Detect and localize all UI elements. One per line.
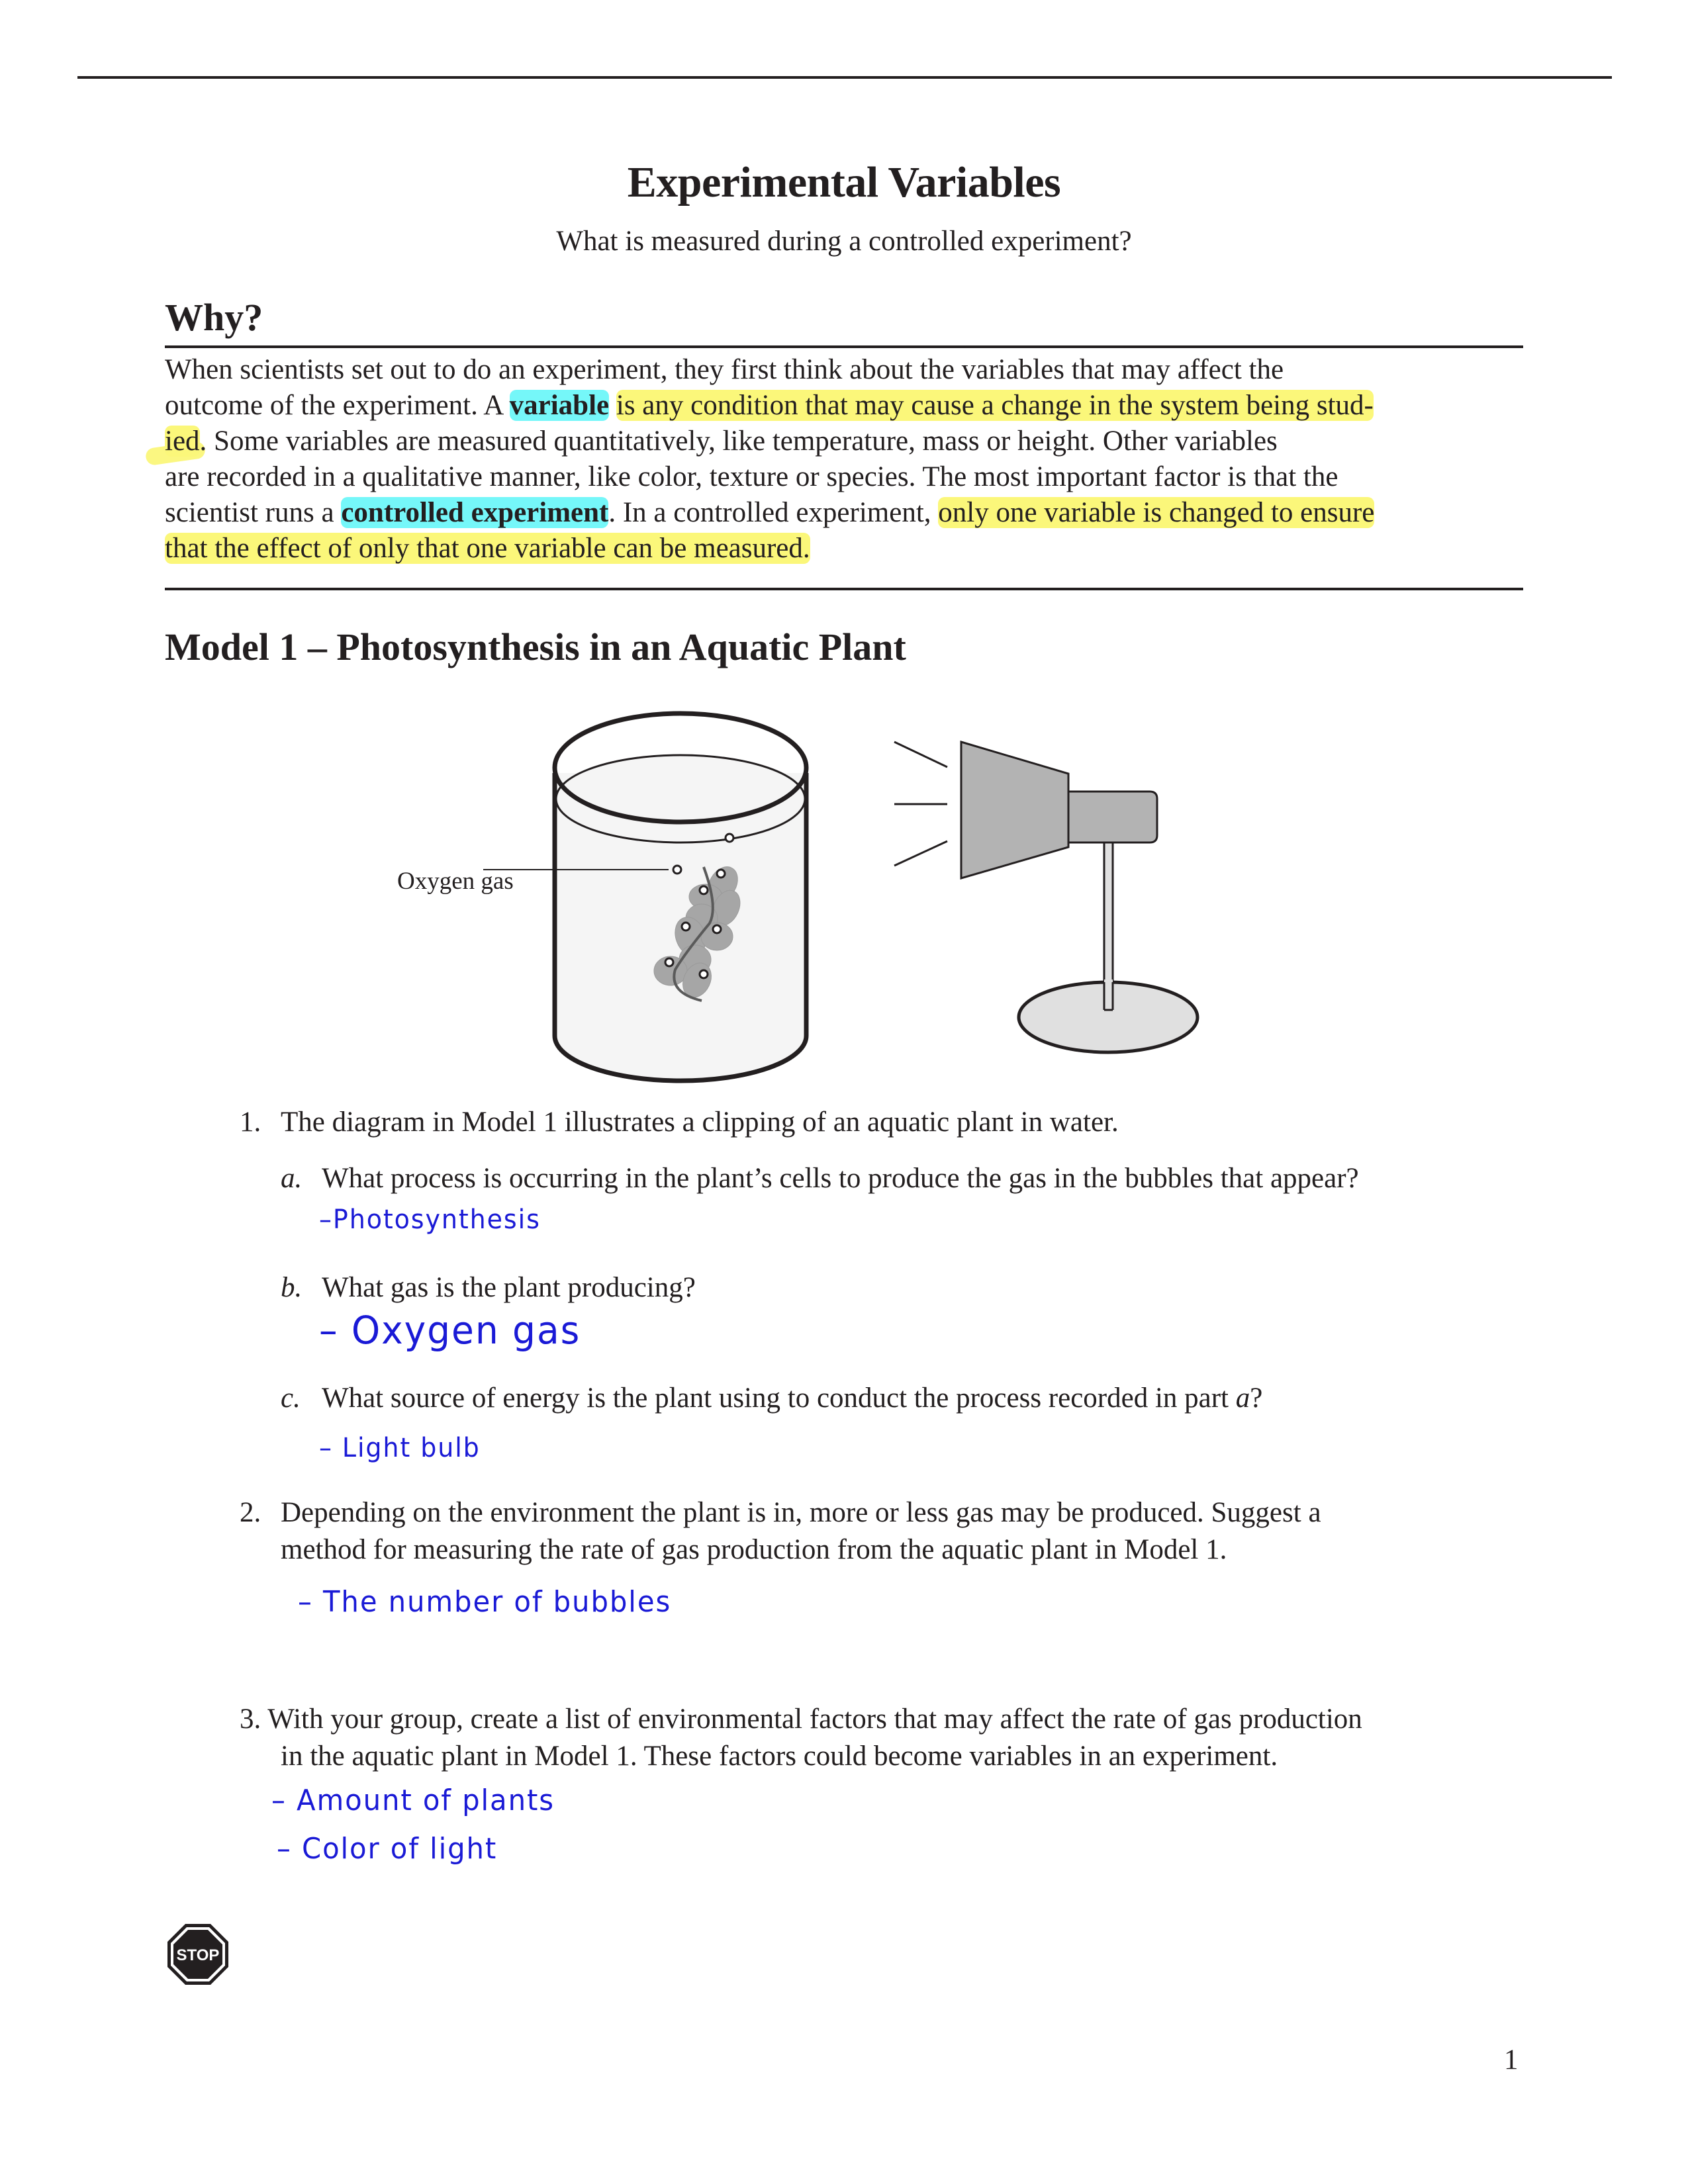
why-heading: Why? (165, 296, 263, 339)
highlight-yellow: that the effect of only that one variabl… (165, 533, 810, 564)
text-run: . Some variables are measured quantitati… (199, 426, 1278, 457)
oxygen-gas-label: Oxygen gas (397, 868, 514, 895)
answer-1a[interactable]: –Photosynthesis (319, 1205, 541, 1235)
text-run: are recorded in a qualitative manner, li… (165, 461, 1338, 492)
answer-3-item[interactable]: – Amount of plants (271, 1784, 555, 1817)
question-1b-text: What gas is the plant producing? (322, 1272, 696, 1303)
text-run: . In a controlled experiment, (608, 497, 939, 528)
light-rays-icon (894, 741, 948, 867)
top-rule (77, 76, 1612, 79)
answer-3-item[interactable]: – Color of light (277, 1832, 497, 1866)
stop-sign-label: STOP (177, 1946, 220, 1964)
why-paragraph: When scientists set out to do an experim… (165, 352, 1528, 567)
page-title: Experimental Variables (627, 158, 1061, 206)
page-subtitle: What is measured during a controlled exp… (556, 226, 1132, 257)
stop-sign-icon: STOP (167, 1924, 228, 1985)
page-number: 1 (1504, 2044, 1519, 2075)
why-line: are recorded in a qualitative manner, li… (165, 459, 1528, 495)
model-heading: Model 1 – Photosynthesis in an Aquatic P… (165, 625, 906, 668)
why-line: that the effect of only that one variabl… (165, 531, 1528, 567)
highlight-yellow: ied (165, 426, 200, 457)
text-run: outcome of the experiment. A (165, 390, 510, 421)
why-line: When scientists set out to do an experim… (165, 352, 1528, 388)
why-line: ied. Some variables are measured quantit… (165, 424, 1528, 459)
answer-1c[interactable]: – Light bulb (319, 1433, 481, 1463)
beaker-icon (552, 711, 809, 1083)
answer-2[interactable]: – The number of bubbles (298, 1585, 671, 1619)
question-1b: b. What gas is the plant producing? (281, 1272, 696, 1303)
question-1-text: The diagram in Model 1 illustrates a cli… (281, 1107, 1119, 1138)
text-run: When scientists set out to do an experim… (165, 354, 1284, 385)
question-1c: c. What source of energy is the plant usi… (281, 1383, 1263, 1414)
highlight-yellow: only one variable is changed to ensure (938, 497, 1375, 528)
text-run: scientist runs a (165, 497, 342, 528)
question-3: 3. With your group, create a list of env… (240, 1704, 1362, 1772)
why-rule-top (165, 345, 1523, 348)
question-1a-text: What process is occurring in the plant’s… (322, 1163, 1359, 1194)
answer-1b[interactable]: – Oxygen gas (319, 1308, 581, 1353)
question-2: 2. Depending on the environment the plant… (240, 1497, 1321, 1565)
highlight-yellow: is any condition that may cause a change… (616, 390, 1374, 421)
highlight-key-term: variable (509, 390, 610, 421)
highlight-key-term: controlled experiment (341, 497, 609, 528)
lamp-icon (960, 740, 1199, 1054)
why-rule-bottom (165, 588, 1523, 590)
why-line: scientist runs a controlled experiment. … (165, 495, 1528, 531)
why-line: outcome of the experiment. A variable is… (165, 388, 1528, 424)
model-diagram (483, 711, 1199, 1083)
question-1a: a. What process is occurring in the plant… (281, 1163, 1359, 1194)
question-1: 1. The diagram in Model 1 illustrates a c… (240, 1107, 1119, 1138)
text-run (609, 390, 616, 421)
